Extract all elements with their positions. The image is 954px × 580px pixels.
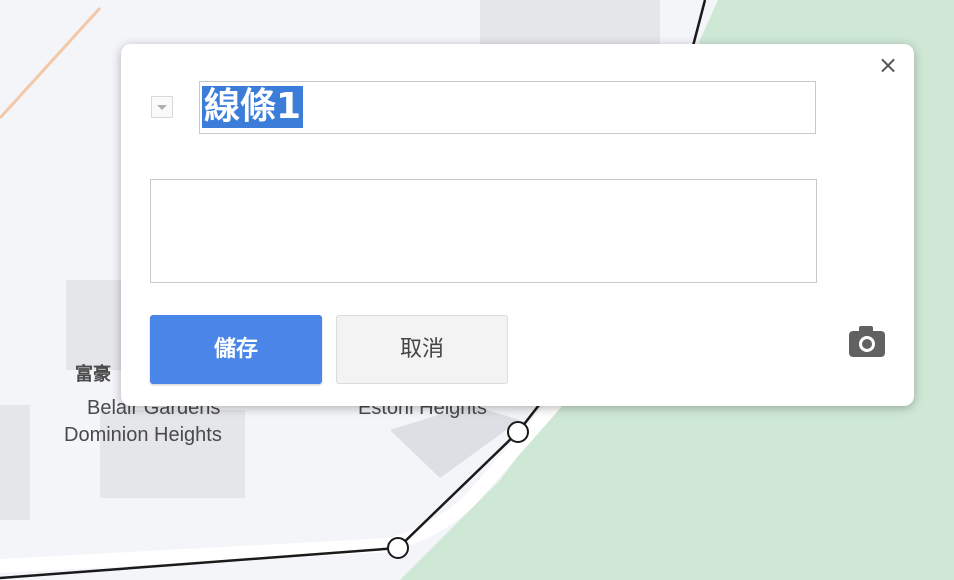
save-button[interactable]: 儲存 — [150, 315, 322, 384]
title-input[interactable]: 線條1 — [199, 81, 816, 134]
map-road-orange — [0, 6, 102, 120]
line-vertex-handle[interactable] — [387, 537, 409, 559]
close-button[interactable]: × — [873, 50, 903, 80]
edit-feature-dialog: × 線條1 儲存 取消 — [121, 44, 914, 406]
map-building — [66, 280, 122, 370]
title-input-value: 線條1 — [202, 86, 304, 128]
camera-icon[interactable] — [845, 323, 889, 363]
description-input[interactable] — [150, 179, 817, 283]
chevron-down-icon[interactable] — [151, 96, 173, 118]
map-building — [480, 0, 660, 46]
map-building — [0, 405, 30, 520]
cancel-button[interactable]: 取消 — [336, 315, 508, 384]
map-label-place-a-chinese: 富豪 — [75, 364, 111, 384]
line-vertex-handle[interactable] — [507, 421, 529, 443]
map-label-place-a-line2: Dominion Heights — [64, 424, 222, 446]
